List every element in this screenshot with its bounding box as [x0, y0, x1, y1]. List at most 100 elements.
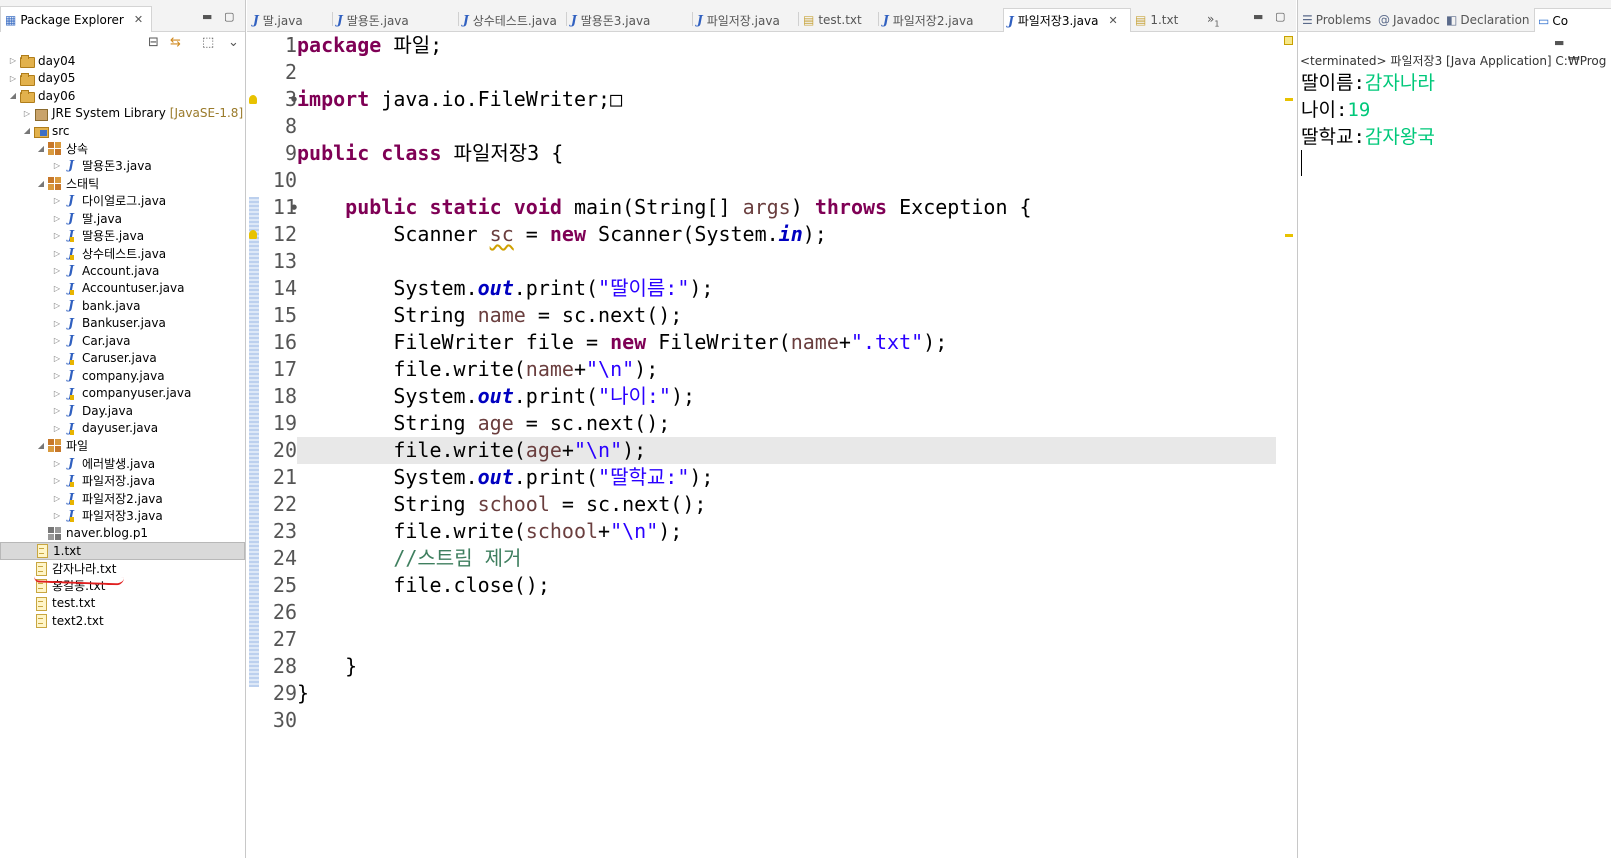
tree-item[interactable]: ▷ J 에러발생.java — [0, 455, 245, 473]
tree-item[interactable]: ▷ J 상수테스트.java — [0, 245, 245, 263]
code-line[interactable] — [297, 59, 1276, 86]
minimize-icon[interactable]: ▬ — [1253, 10, 1263, 23]
code-line[interactable]: String school = sc.next(); — [297, 491, 1276, 518]
console-tab[interactable]: ▭ Co — [1534, 8, 1611, 32]
code-line[interactable] — [297, 167, 1276, 194]
expand-toggle-icon[interactable]: ◢ — [36, 179, 46, 188]
maximize-icon[interactable]: ▢ — [1275, 10, 1285, 23]
tree-item[interactable]: ◢ day06 — [0, 87, 245, 105]
expand-toggle-icon[interactable]: ▷ — [52, 336, 62, 345]
expand-toggle-icon[interactable]: ▷ — [52, 214, 62, 223]
warning-marker[interactable] — [1285, 98, 1293, 101]
code-line[interactable]: FileWriter file = new FileWriter(name+".… — [297, 329, 1276, 356]
expand-toggle-icon[interactable]: ▷ — [52, 389, 62, 398]
expand-toggle-icon[interactable]: ◢ — [36, 144, 46, 153]
warning-bulb-icon[interactable] — [249, 95, 257, 104]
tree-item[interactable]: ▷ J Car.java — [0, 332, 245, 350]
tree-item[interactable]: ▷ Jbank.java — [0, 297, 245, 315]
tree-item[interactable]: ▷ J 딸용돈.java — [0, 227, 245, 245]
maximize-icon[interactable]: ▢ — [224, 10, 234, 23]
code-line[interactable]: System.out.print("딸학교:"); — [297, 464, 1276, 491]
code-line[interactable]: public class 파일저장3 { — [297, 140, 1276, 167]
tree-item[interactable]: ◢ src — [0, 122, 245, 140]
code-line[interactable]: file.close(); — [297, 572, 1276, 599]
expand-toggle-icon[interactable]: ▷ — [52, 459, 62, 468]
expand-toggle-icon[interactable]: ▷ — [22, 109, 32, 118]
expand-toggle-icon[interactable]: ▷ — [52, 511, 62, 520]
tree-item[interactable]: text2.txt — [0, 612, 245, 630]
tree-item[interactable]: test.txt — [0, 595, 245, 613]
expand-toggle-icon[interactable]: ▷ — [8, 56, 18, 65]
code-line[interactable] — [297, 113, 1276, 140]
problems-indicator-icon[interactable] — [1284, 36, 1293, 45]
console-tab[interactable]: ◧ Declaration — [1446, 8, 1530, 32]
code-line[interactable]: public static void main(String[] args) t… — [297, 194, 1276, 221]
code-line[interactable]: package 파일; — [297, 32, 1276, 59]
expand-toggle-icon[interactable]: ▷ — [52, 161, 62, 170]
collapse-all-icon[interactable]: ⊟ — [148, 35, 159, 50]
tree-item[interactable]: ▷ J 파일저장3.java — [0, 507, 245, 525]
code-area[interactable]: 1 2 3 ● 8 9 10 11 ● 12 13 14 15 16 17 18 19 20 21 22 23 24 25 2… — [247, 32, 1296, 858]
tree-item[interactable]: ◢ 스태틱 — [0, 175, 245, 193]
expand-toggle-icon[interactable]: ▷ — [52, 406, 62, 415]
code-line[interactable] — [297, 626, 1276, 653]
editor-tab[interactable]: J 딸용돈3.java — [567, 8, 691, 32]
current-code-line[interactable]: file.write(age+"\n"); — [297, 437, 1276, 464]
editor-tab[interactable]: ▤ 1.txt — [1131, 8, 1201, 32]
code-line[interactable]: Scanner sc = new Scanner(System.in); — [297, 221, 1276, 248]
expand-toggle-icon[interactable]: ▷ — [52, 284, 62, 293]
console-toolbar-icon[interactable]: ▬ — [1554, 36, 1564, 49]
expand-toggle-icon[interactable]: ◢ — [22, 126, 32, 135]
minimize-icon[interactable]: ▬ — [202, 10, 212, 23]
expand-toggle-icon[interactable]: ▷ — [52, 424, 62, 433]
tree-item[interactable]: ▷ Jcompany.java — [0, 367, 245, 385]
tree-item[interactable]: naver.blog.p1 — [0, 525, 245, 543]
editor-tab[interactable]: J 파일저장2.java — [879, 8, 1001, 32]
console-tab[interactable]: ☰ Problems — [1302, 8, 1371, 32]
tree-item[interactable]: ▷ Jdayuser.java — [0, 420, 245, 438]
expand-toggle-icon[interactable]: ▷ — [8, 74, 18, 83]
code-line[interactable]: file.write(name+"\n"); — [297, 356, 1276, 383]
tree-item[interactable]: ▷ J Bankuser.java — [0, 315, 245, 333]
tree-item[interactable]: ◢ 상속 — [0, 140, 245, 158]
tree-item[interactable]: ▷ Jcompanyuser.java — [0, 385, 245, 403]
code-line[interactable]: file.write(school+"\n"); — [297, 518, 1276, 545]
expand-toggle-icon[interactable]: ▷ — [52, 371, 62, 380]
close-icon[interactable]: ✕ — [1108, 14, 1117, 27]
expand-toggle-icon[interactable]: ▷ — [52, 196, 62, 205]
tree-item[interactable]: ◢ 파일 — [0, 437, 245, 455]
editor-tab[interactable]: ▤ test.txt — [799, 8, 877, 32]
console-tab[interactable]: @ Javadoc — [1378, 8, 1440, 32]
tree-item[interactable]: ▷ J 다이얼로그.java — [0, 192, 245, 210]
tree-item[interactable]: ▷ J 파일저장2.java — [0, 490, 245, 508]
code-line[interactable] — [297, 707, 1276, 734]
tree-item[interactable]: ▷ day04 — [0, 52, 245, 70]
tree-item[interactable]: ▷ JRE System Library [JavaSE-1.8] — [0, 105, 245, 123]
expand-toggle-icon[interactable]: ▷ — [52, 266, 62, 275]
tree-item[interactable]: ▷ J 딸.java — [0, 210, 245, 228]
warning-marker[interactable] — [1285, 234, 1293, 237]
editor-tab[interactable]: J 딸용돈.java — [333, 8, 457, 32]
tree-item[interactable]: 1.txt — [0, 542, 245, 560]
expand-toggle-icon[interactable]: ▷ — [52, 301, 62, 310]
tree-item[interactable]: ▷ J Account.java — [0, 262, 245, 280]
expand-toggle-icon[interactable]: ▷ — [52, 354, 62, 363]
code-line[interactable]: import java.io.FileWriter;□ — [297, 86, 1276, 113]
editor-tab[interactable]: J 파일저장3.java ✕ — [1003, 8, 1131, 32]
overview-ruler[interactable] — [1282, 32, 1296, 858]
tree-item[interactable]: ▷ J Day.java — [0, 402, 245, 420]
tab-package-explorer[interactable]: ▦ Package Explorer ✕ — [0, 6, 153, 32]
close-icon[interactable]: ✕ — [134, 13, 143, 26]
editor-tab[interactable]: J 파일저장.java — [693, 8, 797, 32]
code-line[interactable]: System.out.print("나이:"); — [297, 383, 1276, 410]
tree-item[interactable]: ▷ J Accountuser.java — [0, 280, 245, 298]
tree-item[interactable]: ▷ day05 — [0, 70, 245, 88]
code-line[interactable]: } — [297, 680, 1276, 707]
code-line[interactable]: String name = sc.next(); — [297, 302, 1276, 329]
code-line[interactable]: } — [297, 653, 1276, 680]
editor-tab[interactable]: J 딸.java — [249, 8, 331, 32]
link-with-editor-icon[interactable]: ⇆ — [170, 35, 181, 50]
expand-toggle-icon[interactable]: ▷ — [52, 476, 62, 485]
code-line[interactable]: String age = sc.next(); — [297, 410, 1276, 437]
view-menu-icon[interactable]: ⌄ — [228, 35, 239, 50]
